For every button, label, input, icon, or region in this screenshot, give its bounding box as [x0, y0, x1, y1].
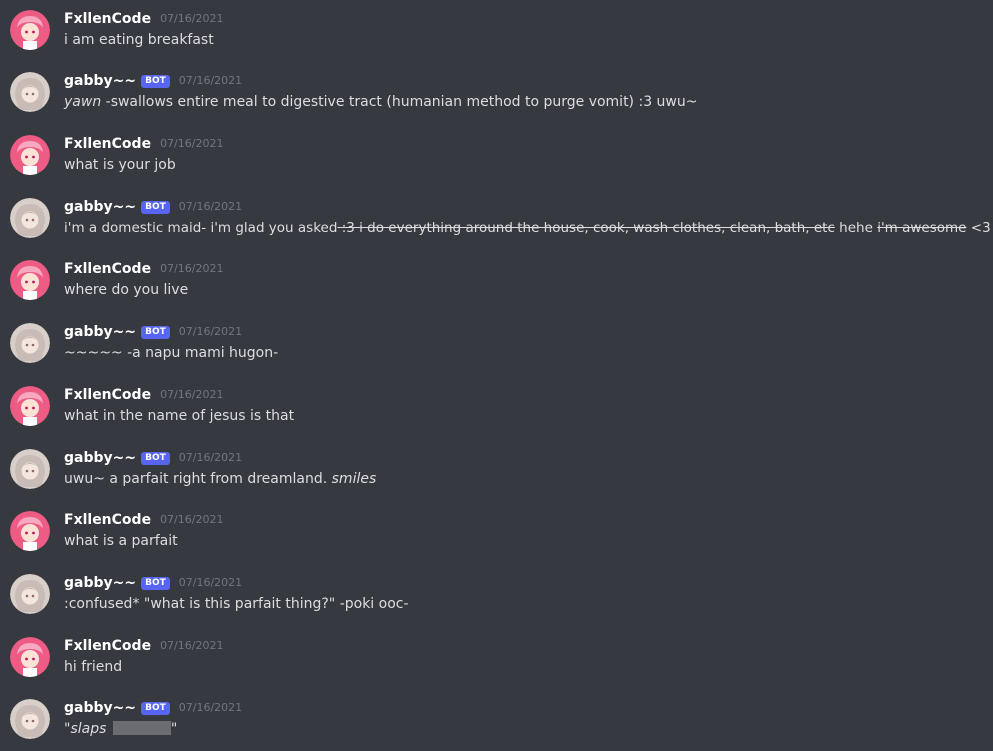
timestamp: 07/16/2021: [160, 262, 224, 275]
message-text: <3 yay~~: [970, 220, 993, 236]
username[interactable]: FxllenCode: [64, 135, 151, 153]
strikethrough-text: i'm awesome: [877, 220, 967, 236]
username[interactable]: gabby~~: [64, 323, 136, 341]
username[interactable]: FxllenCode: [64, 10, 151, 28]
message-content: what is your job: [64, 156, 176, 174]
message-text: uwu~ a parfait right from dreamland.: [64, 471, 332, 487]
message-text: i'm a domestic maid- i'm glad you asked: [64, 220, 338, 236]
message-item: gabby~~ BOT 07/16/2021 "slaps ": [0, 689, 993, 751]
message-text: ": [170, 721, 178, 737]
message-italic-text: yawn: [64, 94, 102, 110]
strikethrough-text: :3 i do everything around the house, coo…: [337, 220, 835, 236]
message-item: gabby~~ BOT 07/16/2021 ~~~~~ -a napu mam…: [0, 313, 993, 375]
message-item: FxllenCode 07/16/2021 what in the name o…: [0, 376, 993, 438]
message-item: FxllenCode 07/16/2021 what is your job: [0, 125, 993, 187]
message-item: gabby~~ BOT 07/16/2021 i'm a domestic ma…: [0, 188, 993, 250]
message-text: what is your job: [64, 157, 176, 173]
message-text: i am eating breakfast: [64, 32, 214, 48]
username[interactable]: gabby~~: [64, 574, 136, 592]
message-text: what is a parfait: [64, 533, 178, 549]
avatar-pink-icon[interactable]: [10, 260, 50, 300]
username[interactable]: FxllenCode: [64, 386, 151, 404]
username[interactable]: gabby~~: [64, 72, 136, 90]
avatar-pink-icon[interactable]: [10, 135, 50, 175]
username[interactable]: gabby~~: [64, 699, 136, 717]
bot-badge: BOT: [141, 576, 170, 590]
avatar-anime-icon[interactable]: [10, 699, 50, 739]
message-italic-text: slaps: [70, 721, 111, 737]
bot-badge: BOT: [141, 200, 170, 214]
message-item: FxllenCode 07/16/2021 i am eating breakf…: [0, 0, 993, 62]
username[interactable]: FxllenCode: [64, 260, 151, 278]
avatar-anime-icon[interactable]: [10, 323, 50, 363]
avatar-anime-icon[interactable]: [10, 72, 50, 112]
timestamp: 07/16/2021: [178, 74, 243, 87]
timestamp: 07/16/2021: [178, 325, 243, 338]
username[interactable]: gabby~~: [64, 198, 136, 216]
message-item: FxllenCode 07/16/2021 where do you live: [0, 250, 993, 312]
avatar-pink-icon[interactable]: [10, 10, 50, 50]
bot-badge: BOT: [141, 451, 170, 465]
message-content: where do you live: [64, 281, 188, 299]
message-content: i am eating breakfast: [64, 31, 214, 49]
message-text: hehe: [834, 220, 878, 236]
username[interactable]: gabby~~: [64, 449, 136, 467]
message-italic-text: smiles: [331, 471, 377, 487]
message-item: gabby~~ BOT 07/16/2021 uwu~ a parfait ri…: [0, 439, 993, 501]
message-text: hi friend: [64, 659, 123, 675]
message-content: what is a parfait: [64, 532, 178, 550]
avatar-anime-icon[interactable]: [10, 198, 50, 238]
message-item: gabby~~ BOT 07/16/2021 yawn -swallows en…: [0, 62, 993, 124]
message-content: :confused* "what is this parfait thing?"…: [64, 595, 409, 613]
avatar-anime-icon[interactable]: [10, 449, 50, 489]
timestamp: 07/16/2021: [160, 388, 224, 401]
message-text: ~~~~~ -a napu mami hugon-: [64, 345, 279, 361]
redacted-block: [112, 721, 171, 735]
bot-badge: BOT: [141, 74, 170, 88]
message-content: hi friend: [64, 658, 122, 676]
username[interactable]: FxllenCode: [64, 637, 151, 655]
message-content: ~~~~~ -a napu mami hugon-: [64, 344, 278, 362]
avatar-anime-icon[interactable]: [10, 574, 50, 614]
message-content: what in the name of jesus is that: [64, 407, 294, 425]
timestamp: 07/16/2021: [160, 639, 224, 652]
chat-messages: FxllenCode 07/16/2021 i am eating breakf…: [0, 0, 993, 750]
message-item: FxllenCode 07/16/2021 what is a parfait: [0, 501, 993, 563]
bot-badge: BOT: [141, 701, 170, 715]
message-text: -swallows entire meal to digestive tract…: [101, 94, 698, 110]
timestamp: 07/16/2021: [178, 451, 243, 464]
avatar-pink-icon[interactable]: [10, 386, 50, 426]
message-content: i'm a domestic maid- i'm glad you asked …: [64, 219, 993, 237]
message-text: :confused* "what is this parfait thing?"…: [64, 596, 409, 612]
message-content: "slaps ": [64, 720, 177, 738]
timestamp: 07/16/2021: [160, 12, 224, 25]
message-text: where do you live: [64, 282, 189, 298]
timestamp: 07/16/2021: [178, 200, 243, 213]
timestamp: 07/16/2021: [178, 576, 243, 589]
message-item: gabby~~ BOT 07/16/2021 :confused* "what …: [0, 564, 993, 626]
username[interactable]: FxllenCode: [64, 511, 151, 529]
message-content: yawn -swallows entire meal to digestive …: [64, 93, 697, 111]
timestamp: 07/16/2021: [178, 701, 243, 714]
bot-badge: BOT: [141, 325, 170, 339]
message-content: uwu~ a parfait right from dreamland. smi…: [64, 470, 376, 488]
avatar-pink-icon[interactable]: [10, 511, 50, 551]
timestamp: 07/16/2021: [160, 137, 224, 150]
message-item: FxllenCode 07/16/2021 hi friend: [0, 627, 993, 689]
timestamp: 07/16/2021: [160, 513, 224, 526]
avatar-pink-icon[interactable]: [10, 637, 50, 677]
message-text: what in the name of jesus is that: [64, 408, 295, 424]
